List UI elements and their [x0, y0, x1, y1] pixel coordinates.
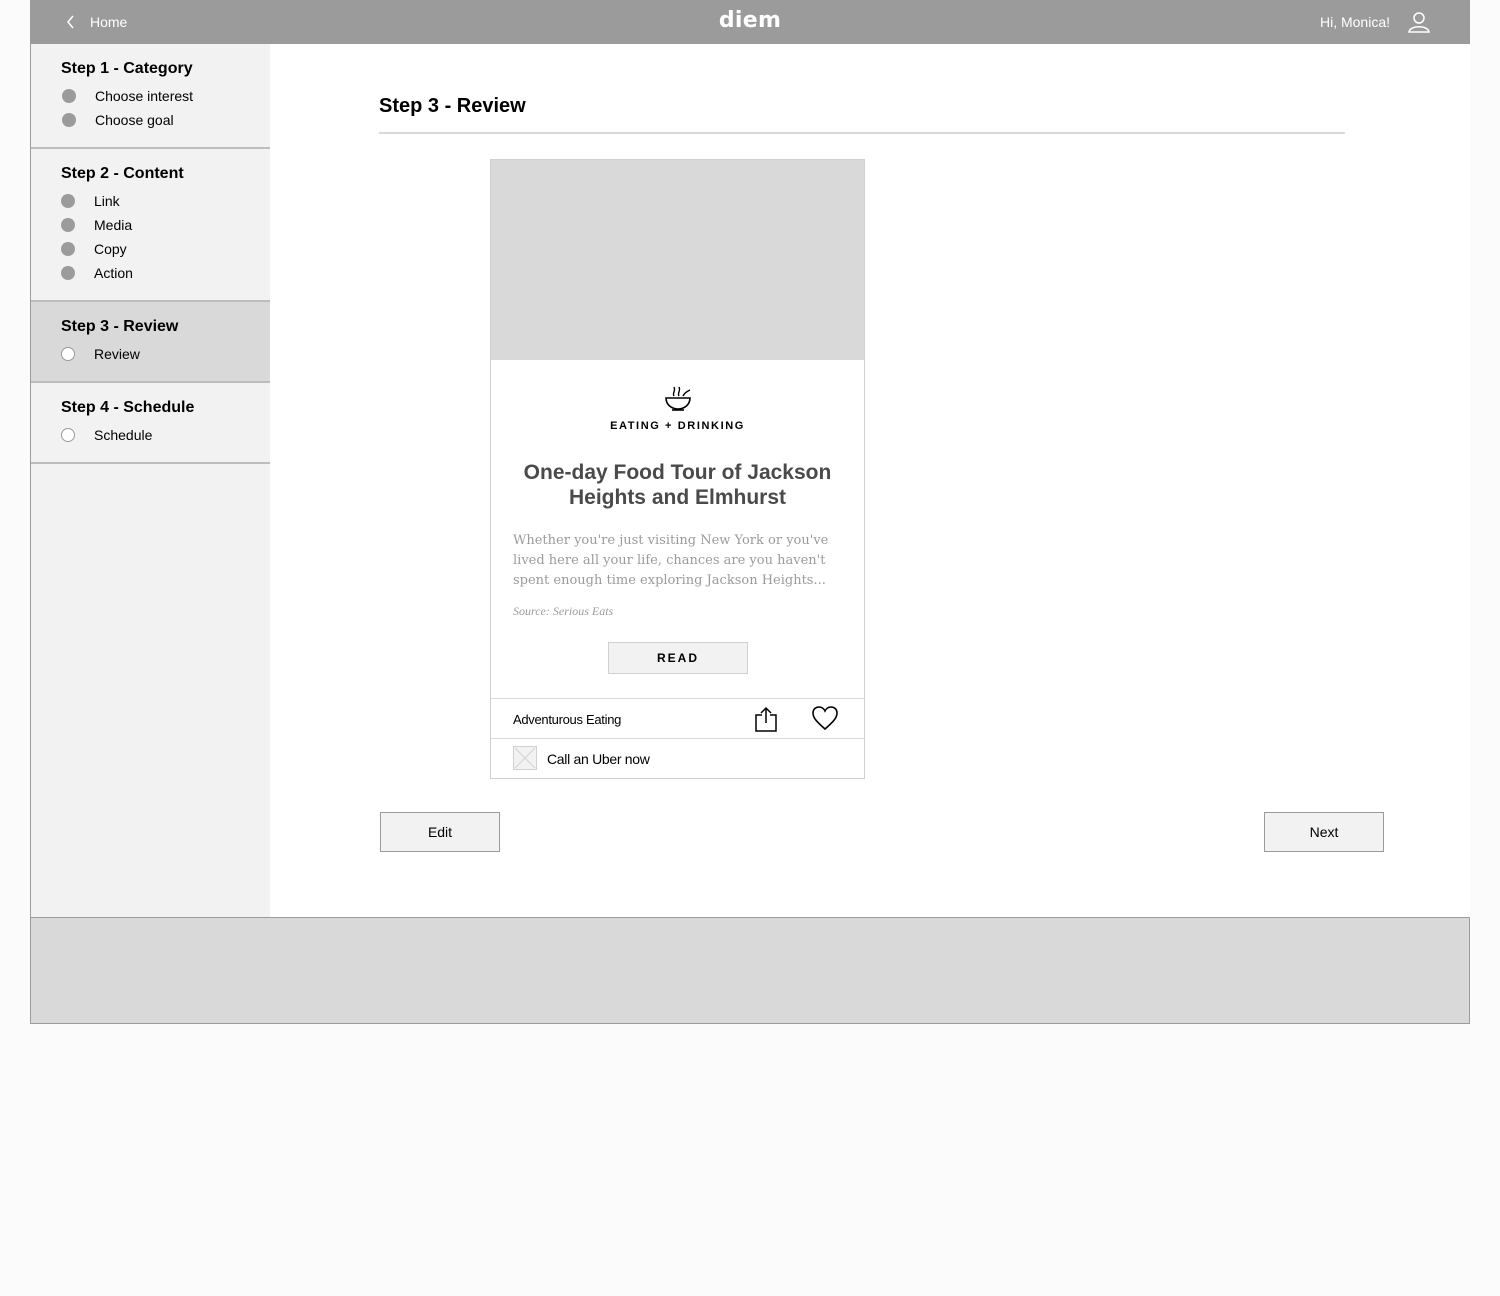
tag-label: Adventurous Eating: [513, 711, 622, 727]
step-item-copy[interactable]: Copy: [61, 237, 270, 261]
step-item-action[interactable]: Action: [61, 261, 270, 285]
step-item-choose-goal[interactable]: Choose goal: [61, 108, 270, 132]
step-item-label: Action: [94, 265, 133, 281]
step-title: Step 4 - Schedule: [61, 399, 195, 416]
category-label: EATING + DRINKING: [610, 420, 745, 432]
step-item-label: Review: [94, 346, 140, 362]
status-dot-complete: [62, 113, 76, 127]
app-frame: Home diem Hi, Monica! Step 1 - Category …: [30, 0, 1470, 1024]
step-item-label: Schedule: [94, 427, 153, 443]
step-item-choose-interest[interactable]: Choose interest: [61, 84, 270, 108]
status-dot-complete: [61, 218, 75, 232]
step-item-link[interactable]: Link: [61, 189, 270, 213]
status-dot-pending: [61, 428, 75, 442]
share-icon[interactable]: [754, 706, 778, 732]
image-placeholder-icon: [513, 746, 537, 770]
step-title: Step 1 - Category: [61, 60, 193, 77]
step-item-label: Copy: [94, 241, 127, 257]
heart-icon[interactable]: [811, 705, 839, 731]
card-image-placeholder: [491, 160, 864, 360]
step-title: Step 2 - Content: [61, 165, 184, 182]
status-dot-complete: [61, 242, 75, 256]
status-dot-complete: [62, 89, 76, 103]
title-divider: [379, 132, 1345, 134]
step-item-review[interactable]: Review: [61, 342, 270, 366]
user-icon: [1408, 12, 1430, 33]
content-preview-card: EATING + DRINKING One-day Food Tour of J…: [490, 159, 865, 779]
step-item-label: Choose goal: [95, 112, 174, 128]
step-2-content: Step 2 - Content Link Media Copy Action: [31, 149, 270, 302]
read-button[interactable]: READ: [608, 642, 748, 674]
card-source: Source: Serious Eats: [513, 604, 614, 618]
step-item-label: Media: [94, 217, 133, 233]
action-label: Call an Uber now: [547, 751, 650, 767]
card-action-row[interactable]: Call an Uber now: [491, 738, 864, 779]
bowl-icon: [665, 386, 691, 411]
step-item-label: Link: [94, 193, 120, 209]
step-3-review: Step 3 - Review Review: [31, 302, 270, 383]
footer: [30, 917, 1470, 1024]
card-title: One-day Food Tour of Jackson Heights and…: [523, 461, 832, 509]
status-dot-complete: [61, 194, 75, 208]
step-1-category: Step 1 - Category Choose interest Choose…: [31, 44, 270, 149]
step-item-schedule[interactable]: Schedule: [61, 423, 270, 447]
step-title: Step 3 - Review: [61, 318, 179, 335]
top-bar: Home diem Hi, Monica!: [30, 0, 1470, 44]
greeting-text: Hi, Monica!: [1319, 14, 1390, 30]
card-tag-row: Adventurous Eating: [491, 698, 864, 739]
status-dot-complete: [61, 266, 75, 280]
steps-sidebar: Step 1 - Category Choose interest Choose…: [30, 44, 271, 917]
next-button[interactable]: Next: [1264, 812, 1384, 852]
app-logo: diem: [718, 8, 782, 33]
page-title: Step 3 - Review: [379, 95, 526, 117]
step-4-schedule: Step 4 - Schedule Schedule: [31, 383, 270, 464]
step-item-label: Choose interest: [95, 88, 194, 104]
status-dot-pending: [61, 347, 75, 361]
step-item-media[interactable]: Media: [61, 213, 270, 237]
main-content: Step 3 - Review EATING + DRINKING One-da…: [270, 44, 1470, 917]
edit-button[interactable]: Edit: [380, 812, 500, 852]
user-menu[interactable]: Hi, Monica!: [1320, 0, 1430, 44]
card-description: Whether you're just visiting New York or…: [513, 533, 829, 588]
